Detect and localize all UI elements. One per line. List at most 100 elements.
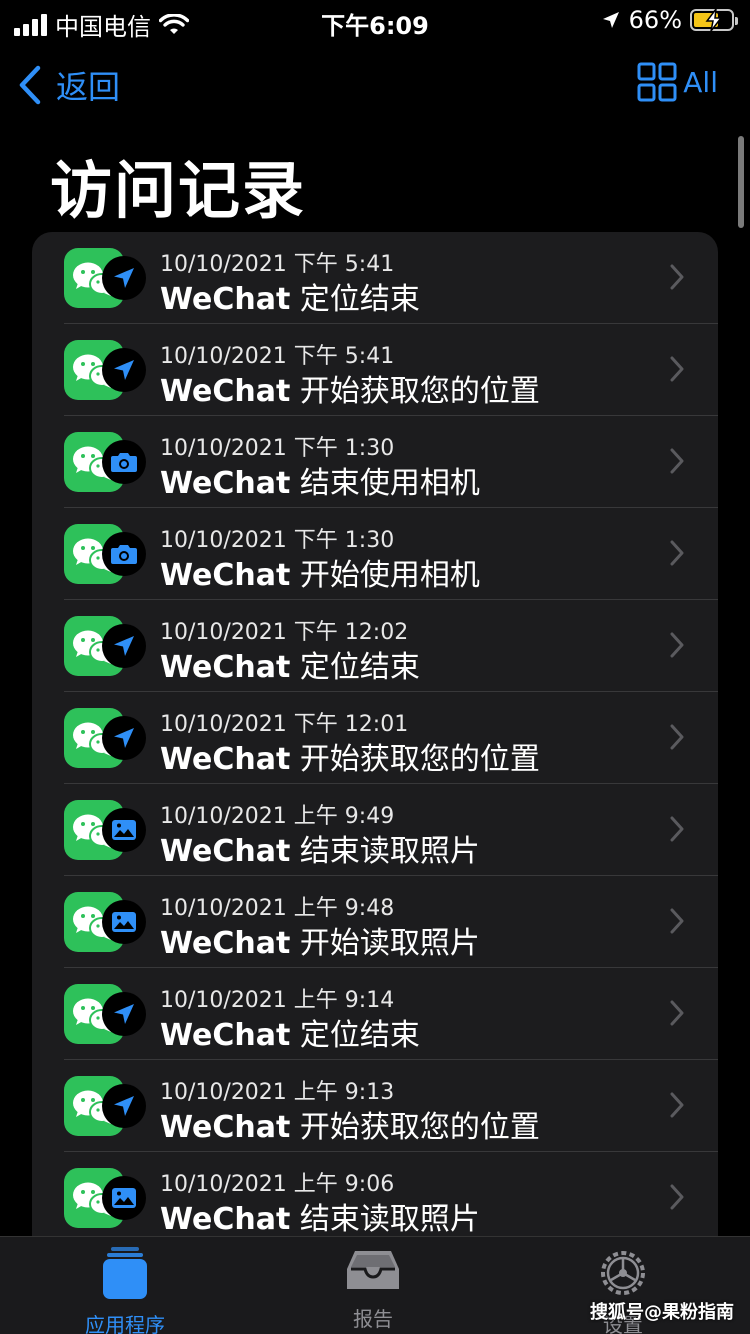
chevron-right-icon-wrapper bbox=[670, 1000, 684, 1030]
chevron-right-icon bbox=[670, 356, 684, 382]
record-title: WeChat 定位结束 bbox=[160, 274, 420, 318]
record-action: 结束读取照片 bbox=[299, 1202, 480, 1237]
app-name: WeChat bbox=[160, 650, 291, 685]
gear-icon bbox=[601, 1251, 645, 1295]
battery-percent: 66% bbox=[628, 6, 682, 34]
tab-bar: 应用程序 报告 设置 搜狐号@果粉指南 bbox=[0, 1236, 750, 1334]
app-name: WeChat bbox=[160, 1110, 291, 1145]
record-action: 开始读取照片 bbox=[299, 926, 480, 961]
list-item[interactable]: 10/10/2021 下午 12:02 WeChat 定位结束 bbox=[32, 600, 718, 692]
screen: 中国电信 下午6:09 66% 返回 All 访问记录 10/10/2021 下… bbox=[0, 0, 750, 1334]
list-item[interactable]: 10/10/2021 上午 9:49 WeChat 结束读取照片 bbox=[32, 784, 718, 876]
battery-icon bbox=[690, 9, 738, 31]
location-arrow-badge bbox=[102, 992, 146, 1036]
photo-badge bbox=[102, 1176, 146, 1220]
photo-icon bbox=[111, 911, 137, 933]
list-item[interactable]: 10/10/2021 下午 12:01 WeChat 开始获取您的位置 bbox=[32, 692, 718, 784]
chevron-right-icon-wrapper bbox=[670, 1092, 684, 1122]
back-label: 返回 bbox=[56, 68, 121, 106]
app-name: WeChat bbox=[160, 374, 291, 409]
location-arrow-badge bbox=[102, 256, 146, 300]
list-item[interactable]: 10/10/2021 上午 9:14 WeChat 定位结束 bbox=[32, 968, 718, 1060]
chevron-right-icon bbox=[670, 540, 684, 566]
chevron-right-icon bbox=[670, 448, 684, 474]
photo-badge bbox=[102, 808, 146, 852]
back-button[interactable]: 返回 bbox=[18, 62, 120, 108]
chevron-right-icon bbox=[670, 816, 684, 842]
list-item[interactable]: 10/10/2021 上午 9:48 WeChat 开始读取照片 bbox=[32, 876, 718, 968]
list-item[interactable]: 10/10/2021 下午 1:30 WeChat 结束使用相机 bbox=[32, 416, 718, 508]
location-arrow-badge bbox=[102, 716, 146, 760]
record-title: WeChat 定位结束 bbox=[160, 642, 420, 686]
app-square-icon bbox=[103, 1247, 147, 1299]
list-item[interactable]: 10/10/2021 下午 1:30 WeChat 开始使用相机 bbox=[32, 508, 718, 600]
all-button[interactable]: All bbox=[637, 62, 718, 102]
record-action: 定位结束 bbox=[299, 650, 420, 685]
chevron-right-icon bbox=[670, 1092, 684, 1118]
chevron-right-icon bbox=[670, 264, 684, 290]
camera-icon bbox=[110, 542, 138, 566]
record-title: WeChat 开始读取照片 bbox=[160, 918, 480, 962]
chevron-right-icon-wrapper bbox=[670, 448, 684, 478]
navigation-bar: 返回 All bbox=[0, 56, 750, 112]
location-arrow-badge bbox=[102, 348, 146, 392]
record-action: 定位结束 bbox=[299, 282, 420, 317]
chevron-right-icon bbox=[670, 1000, 684, 1026]
list-item[interactable]: 10/10/2021 下午 5:41 WeChat 定位结束 bbox=[32, 232, 718, 324]
record-action: 结束读取照片 bbox=[299, 834, 480, 869]
record-title: WeChat 开始获取您的位置 bbox=[160, 1102, 540, 1146]
chevron-right-icon-wrapper bbox=[670, 264, 684, 294]
record-action: 开始使用相机 bbox=[299, 558, 480, 593]
access-record-list: 10/10/2021 下午 5:41 WeChat 定位结束 10/10/2021 … bbox=[32, 232, 718, 1332]
list-item[interactable]: 10/10/2021 上午 9:06 WeChat 结束读取照片 bbox=[32, 1152, 718, 1244]
tray-icon bbox=[347, 1251, 399, 1289]
record-title: WeChat 结束读取照片 bbox=[160, 1194, 480, 1238]
status-bar: 中国电信 下午6:09 66% bbox=[0, 0, 750, 41]
scroll-indicator[interactable] bbox=[738, 136, 744, 228]
record-action: 开始获取您的位置 bbox=[299, 742, 540, 777]
chevron-right-icon-wrapper bbox=[670, 724, 684, 754]
camera-badge bbox=[102, 532, 146, 576]
grid-icon bbox=[637, 62, 677, 102]
page-title: 访问记录 bbox=[50, 154, 307, 227]
list-item[interactable]: 10/10/2021 上午 9:13 WeChat 开始获取您的位置 bbox=[32, 1060, 718, 1152]
charging-bolt-icon bbox=[705, 9, 723, 31]
record-title: WeChat 结束使用相机 bbox=[160, 458, 480, 502]
app-name: WeChat bbox=[160, 834, 291, 869]
record-title: WeChat 定位结束 bbox=[160, 1010, 420, 1054]
location-arrow-icon bbox=[111, 725, 137, 751]
list-item[interactable]: 10/10/2021 下午 5:41 WeChat 开始获取您的位置 bbox=[32, 324, 718, 416]
location-arrow-badge bbox=[102, 624, 146, 668]
record-title: WeChat 开始获取您的位置 bbox=[160, 734, 540, 778]
record-action: 结束使用相机 bbox=[299, 466, 480, 501]
app-name: WeChat bbox=[160, 558, 291, 593]
chevron-right-icon-wrapper bbox=[670, 356, 684, 386]
record-title: WeChat 开始获取您的位置 bbox=[160, 366, 540, 410]
chevron-right-icon bbox=[670, 632, 684, 658]
chevron-right-icon-wrapper bbox=[670, 632, 684, 662]
record-title: WeChat 开始使用相机 bbox=[160, 550, 480, 594]
app-name: WeChat bbox=[160, 742, 291, 777]
tab-apps-label: 应用程序 bbox=[85, 1313, 165, 1334]
app-name: WeChat bbox=[160, 466, 291, 501]
app-name: WeChat bbox=[160, 1202, 291, 1237]
chevron-right-icon bbox=[670, 908, 684, 934]
tab-reports[interactable]: 报告 bbox=[308, 1247, 438, 1332]
app-name: WeChat bbox=[160, 282, 291, 317]
location-arrow-icon bbox=[111, 1001, 137, 1027]
record-action: 开始获取您的位置 bbox=[299, 374, 540, 409]
tab-apps[interactable]: 应用程序 bbox=[60, 1247, 190, 1334]
chevron-right-icon-wrapper bbox=[670, 816, 684, 846]
photo-badge bbox=[102, 900, 146, 944]
location-arrow-icon bbox=[111, 1093, 137, 1119]
location-arrow-icon bbox=[111, 357, 137, 383]
app-name: WeChat bbox=[160, 926, 291, 961]
location-arrow-icon bbox=[111, 633, 137, 659]
chevron-right-icon-wrapper bbox=[670, 540, 684, 570]
location-arrow-icon bbox=[111, 265, 137, 291]
app-name: WeChat bbox=[160, 1018, 291, 1053]
chevron-left-icon bbox=[19, 65, 41, 105]
location-arrow-badge bbox=[102, 1084, 146, 1128]
chevron-right-icon-wrapper bbox=[670, 1184, 684, 1214]
record-action: 定位结束 bbox=[299, 1018, 420, 1053]
